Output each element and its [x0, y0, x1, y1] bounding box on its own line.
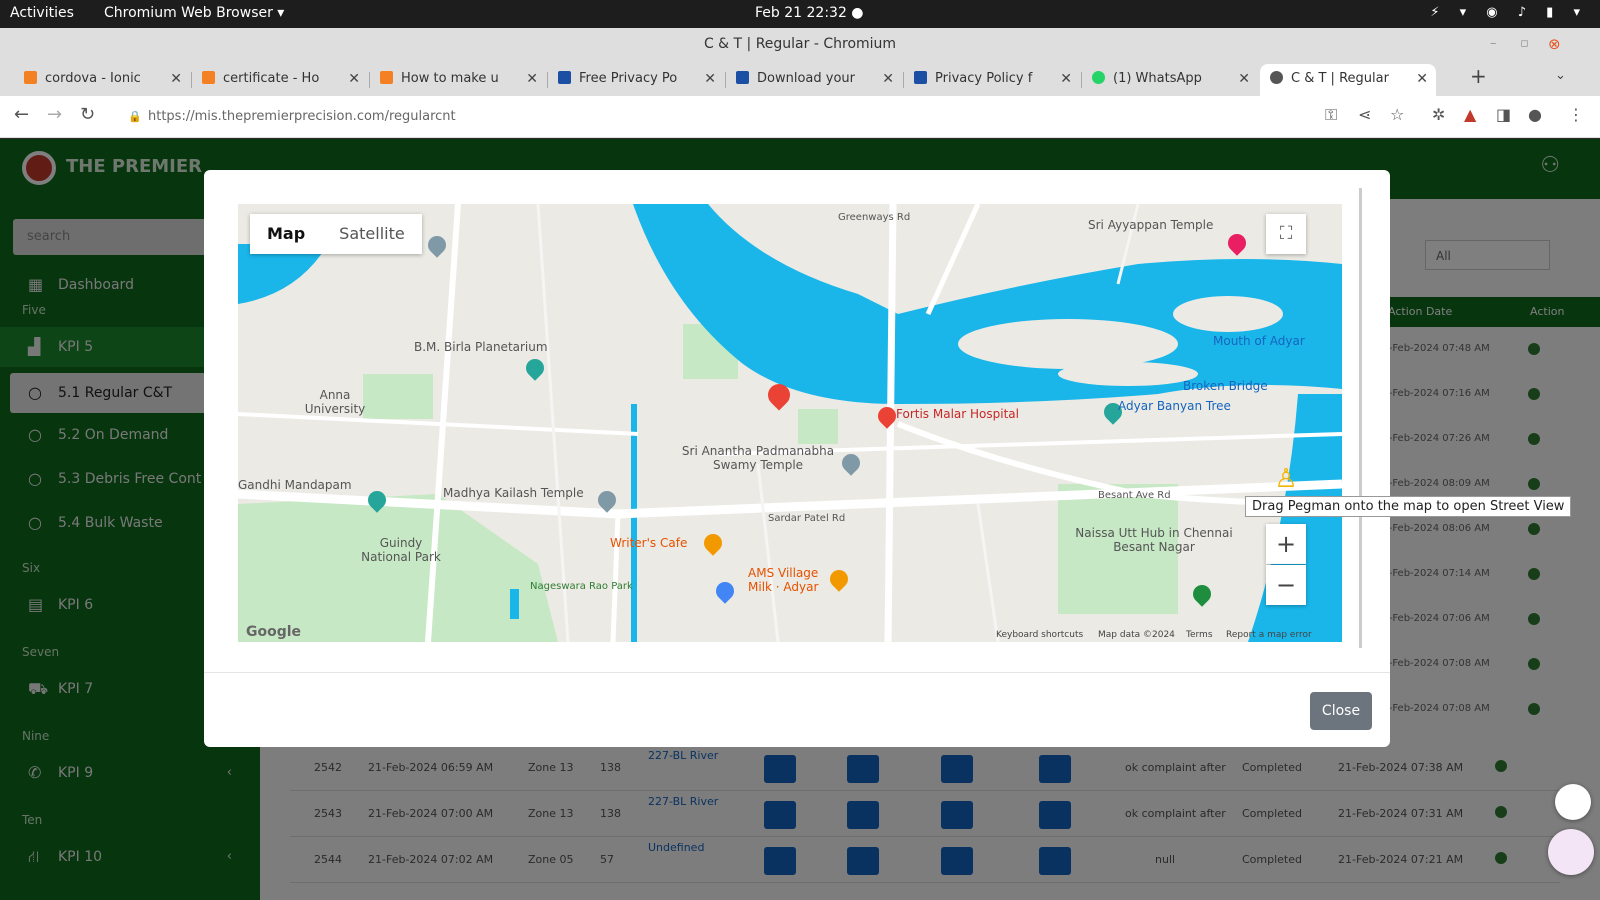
translate-fab-icon[interactable]	[1555, 784, 1591, 820]
app-menu[interactable]: Chromium Web Browser ▾	[104, 5, 284, 21]
tab-favicon-icon	[24, 71, 37, 84]
map-label: Nageswara Rao Park	[530, 581, 633, 592]
close-tab-icon[interactable]: ✕	[348, 64, 360, 94]
tab[interactable]: Privacy Policy f ✕	[904, 64, 1080, 96]
address-bar[interactable]: 🔒 https://mis.thepremierprecision.com/re…	[118, 101, 1298, 133]
zoom-out-button[interactable]: −	[1266, 565, 1306, 605]
tab[interactable]: (1) WhatsApp ✕	[1082, 64, 1258, 96]
tab-favicon-icon	[1270, 71, 1283, 84]
tab-search-chevron-icon[interactable]: ⌄	[1555, 68, 1566, 83]
zoom-in-button[interactable]: +	[1266, 524, 1306, 564]
map-label: Gandhi Mandapam	[238, 478, 352, 492]
maximize-icon[interactable]: ▫	[1520, 28, 1529, 60]
tab-label: Free Privacy Po	[579, 71, 678, 86]
reload-icon[interactable]: ↻	[80, 104, 95, 125]
tab-label: certificate - Ho	[223, 71, 320, 86]
tab[interactable]: certificate - Ho ✕	[192, 64, 368, 96]
close-tab-icon[interactable]: ✕	[170, 64, 182, 94]
browser-toolbar: ← → ↻ 🔒 https://mis.thepremierprecision.…	[0, 96, 1600, 138]
share-icon[interactable]: ⋖	[1358, 105, 1371, 124]
map-type-map-button[interactable]: Map	[250, 214, 322, 254]
tab-favicon-icon	[914, 71, 927, 84]
window-title: C & T | Regular - Chromium	[703, 36, 897, 52]
close-tab-icon[interactable]: ✕	[1416, 64, 1428, 94]
fullscreen-icon[interactable]: ⛶	[1266, 214, 1306, 254]
map-label: Sri Ayyappan Temple	[1088, 218, 1214, 232]
tab-label: C & T | Regular	[1291, 71, 1389, 86]
keyboard-shortcuts-link[interactable]: Keyboard shortcuts	[996, 630, 1083, 640]
minimize-icon[interactable]: –	[1490, 28, 1497, 60]
key-icon[interactable]: ⚿	[1325, 105, 1337, 125]
tab-favicon-icon	[380, 71, 393, 84]
tab-active[interactable]: C & T | Regular ✕	[1260, 64, 1436, 96]
close-tab-icon[interactable]: ✕	[704, 64, 716, 94]
close-tab-icon[interactable]: ✕	[1060, 64, 1072, 94]
modal-scrollbar[interactable]	[1359, 188, 1362, 648]
close-button[interactable]: Close	[1310, 692, 1372, 730]
map-label: Naissa Utt Hub in Chennai Besant Nagar	[1075, 526, 1233, 554]
map-label: AMS Village Milk · Adyar	[748, 566, 819, 594]
assistant-fab-icon[interactable]	[1548, 829, 1594, 875]
tab[interactable]: cordova - Ionic ✕	[14, 64, 190, 96]
map-label: Mouth of Adyar	[1213, 334, 1305, 348]
tab-favicon-icon	[736, 71, 749, 84]
extension-icon[interactable]: ▲	[1464, 105, 1476, 124]
tab-label: (1) WhatsApp	[1113, 71, 1202, 86]
map-type-control: Map Satellite	[250, 214, 422, 254]
tab-label: Download your	[757, 71, 855, 86]
tab-favicon-icon	[202, 71, 215, 84]
tab[interactable]: How to make u ✕	[370, 64, 546, 96]
map-label: Guindy National Park	[361, 536, 441, 564]
tab-label: cordova - Ionic	[45, 71, 141, 86]
activities-button[interactable]: Activities	[10, 5, 74, 21]
menu-kebab-icon[interactable]: ⋮	[1568, 105, 1584, 124]
back-icon[interactable]: ←	[14, 104, 29, 125]
map-label: Anna University	[304, 388, 366, 416]
map-label: Madhya Kailash Temple	[443, 486, 584, 500]
url-text: https://mis.thepremierprecision.com/regu…	[148, 109, 456, 124]
map-road-label: Greenways Rd	[838, 212, 911, 223]
terms-link[interactable]: Terms	[1186, 630, 1213, 640]
map-label: B.M. Birla Planetarium	[414, 340, 548, 354]
system-tray[interactable]: ⚡ ▾ ◉ ♪ ▮ ▾	[1430, 5, 1588, 20]
google-map[interactable]: Map Satellite ⛶ ♙ + − Sri Ayyappan Temple…	[238, 204, 1342, 642]
clock[interactable]: Feb 21 22:32 ●	[755, 5, 864, 21]
close-tab-icon[interactable]: ✕	[882, 64, 894, 94]
map-label: Fortis Malar Hospital	[896, 407, 1019, 421]
profile-icon[interactable]: ●	[1528, 105, 1542, 124]
tab-label: How to make u	[401, 71, 499, 86]
new-tab-icon[interactable]: +	[1470, 64, 1487, 88]
system-top-bar: Activities Chromium Web Browser ▾ Feb 21…	[0, 0, 1600, 28]
close-window-icon[interactable]: ⊗	[1548, 28, 1561, 60]
map-label: Adyar Banyan Tree	[1118, 399, 1231, 413]
forward-icon[interactable]: →	[47, 104, 62, 125]
map-type-satellite-button[interactable]: Satellite	[322, 214, 422, 254]
tab-favicon-icon	[1092, 71, 1105, 84]
map-label: Broken Bridge	[1183, 379, 1268, 393]
map-road-label: Sardar Patel Rd	[768, 513, 846, 524]
bookmark-star-icon[interactable]: ☆	[1390, 105, 1404, 124]
tab-strip: cordova - Ionic ✕ certificate - Ho ✕ How t…	[0, 60, 1600, 96]
map-label: Sri Anantha Padmanabha Swamy Temple	[681, 444, 835, 472]
pegman-icon[interactable]: ♙	[1266, 459, 1306, 499]
map-label: Writer's Cafe	[610, 536, 688, 550]
tab-favicon-icon	[558, 71, 571, 84]
window-title-bar: C & T | Regular - Chromium – ▫ ⊗	[0, 28, 1600, 60]
tab-label: Privacy Policy f	[935, 71, 1033, 86]
map-data-text: Map data ©2024	[1098, 630, 1175, 640]
close-tab-icon[interactable]: ✕	[526, 64, 538, 94]
tab[interactable]: Free Privacy Po ✕	[548, 64, 724, 96]
google-logo[interactable]: Google	[246, 624, 301, 640]
map-road-label: Besant Ave Rd	[1098, 490, 1171, 501]
lock-icon[interactable]: 🔒	[128, 101, 142, 133]
map-modal: Map Satellite ⛶ ♙ + − Sri Ayyappan Temple…	[204, 170, 1390, 747]
tab[interactable]: Download your ✕	[726, 64, 902, 96]
modal-footer-divider	[204, 672, 1390, 673]
side-panel-icon[interactable]: ◨	[1496, 105, 1511, 124]
pegman-tooltip: Drag Pegman onto the map to open Street …	[1245, 496, 1572, 517]
close-tab-icon[interactable]: ✕	[1238, 64, 1250, 94]
extensions-icon[interactable]: ✲	[1432, 105, 1445, 124]
report-error-link[interactable]: Report a map error	[1226, 630, 1312, 640]
